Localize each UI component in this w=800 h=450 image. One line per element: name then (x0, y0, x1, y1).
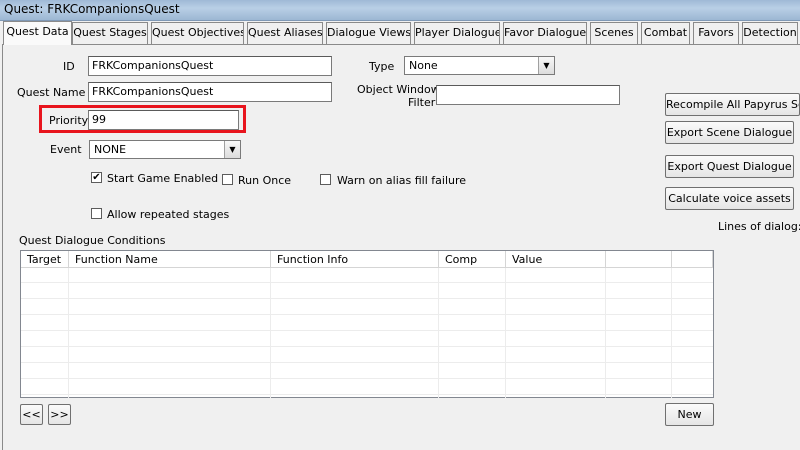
table-row[interactable] (21, 268, 713, 283)
tab-favor-dialogue[interactable]: Favor Dialogue (503, 22, 587, 44)
object-window-filter-label-2: Filter (408, 96, 436, 109)
tab-scenes[interactable]: Scenes (590, 22, 638, 44)
start-game-enabled-label: Start Game Enabled (107, 172, 219, 185)
table-row[interactable] (21, 332, 713, 347)
tab-detection[interactable]: Detection (742, 22, 798, 44)
chevron-down-icon[interactable]: ▼ (224, 141, 240, 158)
window-titlebar: Quest: FRKCompanionsQuest (0, 0, 800, 21)
tab-combat[interactable]: Combat (641, 22, 690, 44)
table-row[interactable] (21, 300, 713, 315)
type-label: Type (369, 60, 395, 73)
previous-button[interactable]: << (20, 404, 43, 425)
table-row[interactable] (21, 348, 713, 363)
tab-quest-aliases[interactable]: Quest Aliases (247, 22, 323, 44)
object-window-filter-field[interactable] (436, 85, 620, 105)
run-once-label: Run Once (238, 174, 292, 187)
column-header-value[interactable]: Value (506, 251, 606, 268)
window-title: Quest: FRKCompanionsQuest (4, 2, 180, 16)
table-row[interactable] (21, 380, 713, 395)
allow-repeated-stages-checkbox[interactable] (91, 208, 102, 219)
conditions-table[interactable]: Target Function Name Function Info Comp … (20, 250, 714, 398)
priority-label: Priority (49, 114, 89, 127)
column-header-comp[interactable]: Comp (439, 251, 506, 268)
id-field[interactable]: FRKCompanionsQuest (88, 56, 332, 76)
recompile-papyrus-button[interactable]: Recompile All Papyrus Sc (665, 93, 800, 116)
id-label: ID (63, 60, 75, 73)
export-quest-dialogue-button[interactable]: Export Quest Dialogue (665, 155, 794, 178)
column-header-extra-2[interactable] (672, 251, 713, 268)
table-row[interactable] (21, 364, 713, 379)
event-dropdown[interactable]: NONE ▼ (89, 140, 241, 159)
new-condition-button[interactable]: New (665, 403, 714, 426)
lines-of-dialog-label: Lines of dialog: (718, 220, 800, 233)
warn-alias-fill-checkbox[interactable] (320, 174, 331, 185)
tab-quest-objectives[interactable]: Quest Objectives (151, 22, 244, 44)
priority-field[interactable]: 99 (88, 110, 239, 130)
event-value: NONE (94, 143, 127, 156)
tab-favors[interactable]: Favors (693, 22, 739, 44)
chevron-down-icon[interactable]: ▼ (538, 57, 554, 74)
type-value: None (409, 59, 438, 72)
start-game-enabled-checkbox[interactable]: ✔ (91, 172, 102, 183)
checkmark-icon: ✔ (92, 172, 101, 183)
object-window-filter-label: Object Window (357, 83, 440, 96)
tab-dialogue-views[interactable]: Dialogue Views (326, 22, 411, 44)
warn-alias-fill-label: Warn on alias fill failure (337, 174, 467, 187)
export-scene-dialogue-button[interactable]: Export Scene Dialogue (665, 121, 794, 144)
column-header-extra[interactable] (606, 251, 672, 268)
run-once-checkbox[interactable] (222, 174, 233, 185)
quest-name-label: Quest Name (17, 86, 86, 99)
column-header-target[interactable]: Target (21, 251, 69, 268)
type-dropdown[interactable]: None ▼ (404, 56, 555, 75)
column-header-function-name[interactable]: Function Name (69, 251, 271, 268)
calculate-voice-assets-button[interactable]: Calculate voice assets (665, 187, 794, 210)
quest-name-field[interactable]: FRKCompanionsQuest (88, 82, 332, 102)
tab-player-dialogue[interactable]: Player Dialogue (414, 22, 500, 44)
table-row[interactable] (21, 316, 713, 331)
event-label: Event (50, 143, 82, 156)
table-row[interactable] (21, 284, 713, 299)
allow-repeated-stages-label: Allow repeated stages (107, 208, 230, 221)
column-header-function-info[interactable]: Function Info (271, 251, 439, 268)
next-button[interactable]: >> (48, 404, 71, 425)
tab-quest-stages[interactable]: Quest Stages (72, 22, 148, 44)
quest-dialogue-conditions-title: Quest Dialogue Conditions (19, 234, 166, 247)
tab-quest-data[interactable]: Quest Data (3, 21, 72, 45)
